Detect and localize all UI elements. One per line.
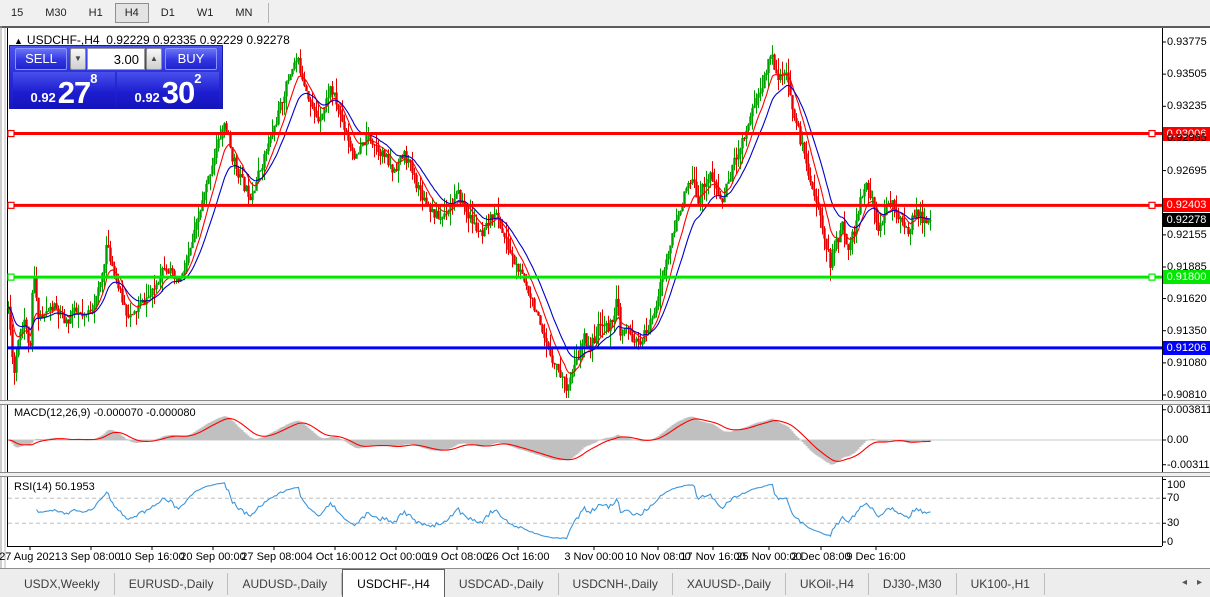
sell-button[interactable]: SELL bbox=[15, 48, 67, 70]
chevron-down-icon: ▼ bbox=[74, 54, 82, 63]
chart-tab-usdx-weekly[interactable]: USDX,Weekly bbox=[10, 573, 115, 595]
panel-divider-macd[interactable] bbox=[0, 400, 1210, 405]
sell-price-big: 27 bbox=[57, 75, 91, 110]
chart-tab-usdchf-h4[interactable]: USDCHF-,H4 bbox=[342, 569, 445, 597]
trading-platform-window: 15 M30 H1 H4 D1 W1 MN ▲ USDCHF-,H4 0.92229 0.92… bbox=[0, 0, 1210, 597]
chart-tab-usdcnh-daily[interactable]: USDCNH-,Daily bbox=[559, 573, 673, 595]
sell-price-pip: 8 bbox=[90, 71, 98, 86]
sell-price-prefix: 0.92 bbox=[30, 90, 56, 105]
chart-tab-dj30-m30[interactable]: DJ30-,M30 bbox=[869, 573, 957, 595]
one-click-trading-panel: SELL ▼ ▲ BUY 0.92278 0.92302 bbox=[9, 45, 223, 109]
buy-price-display[interactable]: 0.92 30 2 bbox=[117, 72, 219, 109]
tab-scroll-left-icon[interactable]: ◂ bbox=[1182, 577, 1187, 588]
volume-decrease-button[interactable]: ▼ bbox=[70, 48, 86, 70]
chart-tab-usdcad-daily[interactable]: USDCAD-,Daily bbox=[445, 573, 559, 595]
chart-tab-ukoil-h4[interactable]: UKOil-,H4 bbox=[786, 573, 869, 595]
tab-scroll-right-icon[interactable]: ▸ bbox=[1197, 577, 1202, 588]
chart-tab-eurusd-daily[interactable]: EURUSD-,Daily bbox=[115, 573, 229, 595]
chart-tab-bar: USDX,Weekly EURUSD-,Daily AUDUSD-,Daily USD… bbox=[0, 568, 1210, 597]
volume-increase-button[interactable]: ▲ bbox=[146, 48, 162, 70]
buy-price-big: 30 bbox=[161, 75, 195, 110]
buy-price-pip: 2 bbox=[194, 71, 202, 86]
tab-scroll-arrows: ◂ ▸ bbox=[1182, 577, 1202, 588]
buy-price-prefix: 0.92 bbox=[134, 90, 160, 105]
buy-button[interactable]: BUY bbox=[165, 48, 217, 70]
sell-price-display[interactable]: 0.92 27 8 bbox=[13, 72, 115, 109]
chart-tab-xauusd-daily[interactable]: XAUUSD-,Daily bbox=[673, 573, 786, 595]
volume-input[interactable] bbox=[87, 48, 145, 70]
chart-tab-audusd-daily[interactable]: AUDUSD-,Daily bbox=[228, 573, 343, 595]
panel-divider-rsi[interactable] bbox=[0, 472, 1210, 477]
chevron-up-icon: ▲ bbox=[150, 54, 158, 63]
chart-tab-uk100-h1[interactable]: UK100-,H1 bbox=[957, 573, 1045, 595]
